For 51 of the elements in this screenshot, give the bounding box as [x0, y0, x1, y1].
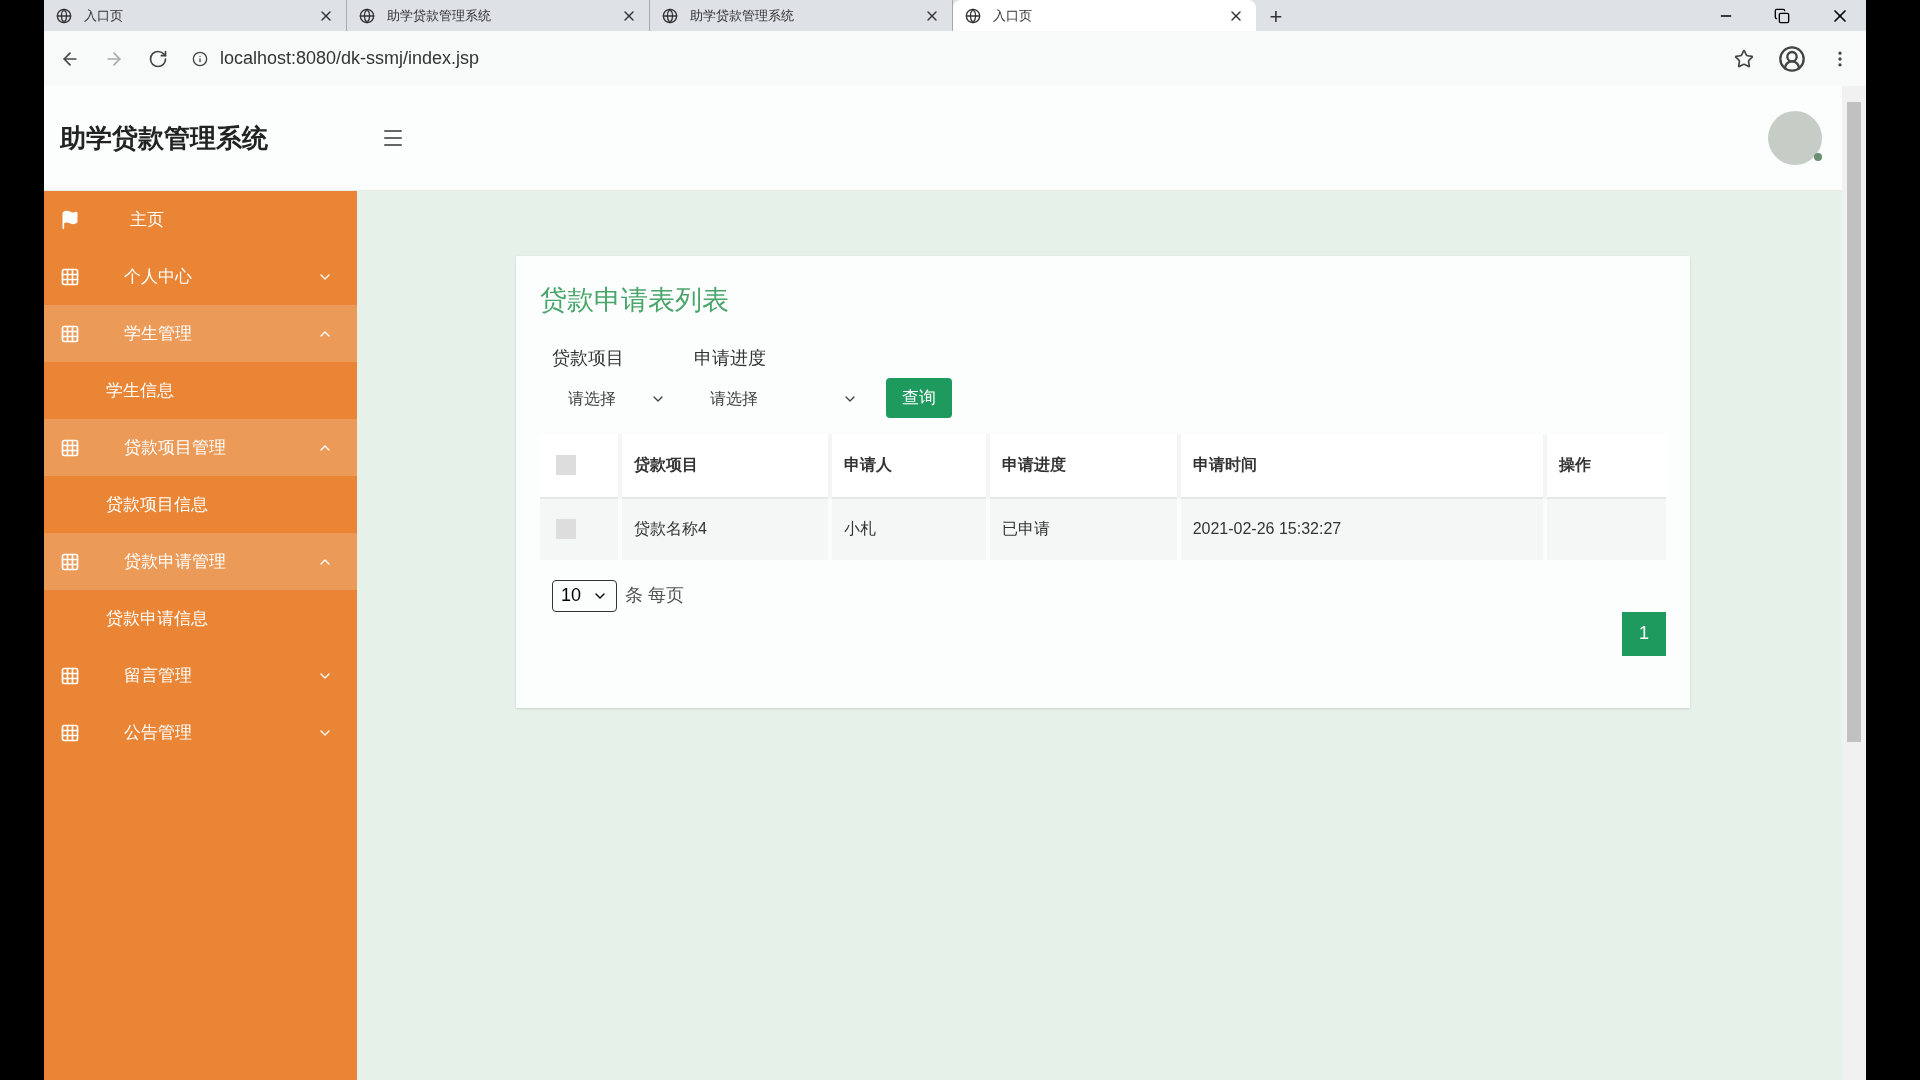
filter-select[interactable]: 请选择: [552, 379, 682, 418]
query-button[interactable]: 查询: [886, 377, 952, 418]
grid-icon: [60, 437, 80, 458]
table-cell: 已申请: [1001, 520, 1050, 537]
profile-icon[interactable]: [1778, 44, 1806, 73]
page-size-label: 条 每页: [625, 584, 684, 607]
table-cell: 贷款名称4: [634, 520, 707, 537]
sidebar-subitem[interactable]: 学生信息: [44, 362, 357, 419]
page-size-select[interactable]: 10: [552, 579, 617, 612]
column-header: 申请人: [829, 433, 988, 498]
globe-icon: [965, 7, 981, 24]
new-tab-button[interactable]: +: [1256, 0, 1296, 31]
grid-icon: [60, 551, 80, 572]
page-button[interactable]: 1: [1622, 611, 1666, 656]
info-icon: [192, 50, 208, 67]
grid-icon: [60, 266, 80, 287]
browser-tab[interactable]: 入口页: [953, 0, 1256, 31]
star-icon[interactable]: [1734, 48, 1754, 69]
sidebar-item[interactable]: 学生管理: [44, 305, 357, 362]
sidebar-item[interactable]: 公告管理: [44, 704, 357, 761]
column-header: 申请进度: [987, 433, 1179, 498]
flag-icon: [60, 209, 80, 230]
reload-icon[interactable]: [148, 48, 168, 69]
column-header: 贷款项目: [620, 433, 830, 498]
globe-icon: [359, 7, 375, 24]
filter-label: 申请进度: [694, 346, 767, 370]
sidebar-item[interactable]: 主页: [44, 191, 357, 248]
app-title: 助学贷款管理系统: [59, 121, 269, 155]
sidebar-item[interactable]: 贷款申请管理: [44, 533, 357, 590]
filter-label: 贷款项目: [552, 346, 625, 370]
grid-icon: [60, 665, 80, 686]
sidebar-item[interactable]: 个人中心: [44, 248, 357, 305]
filter-select[interactable]: 请选择: [694, 379, 874, 418]
table-cell: 2021-02-26 15:32:27: [1192, 520, 1342, 537]
column-header: 申请时间: [1178, 433, 1546, 498]
sidebar-item[interactable]: 贷款项目管理: [44, 419, 357, 476]
column-header: 操作: [1545, 433, 1666, 498]
sidebar-subitem[interactable]: 贷款项目信息: [44, 476, 357, 533]
sidebar-subitem[interactable]: 贷款申请信息: [44, 590, 357, 647]
scrollbar[interactable]: [1842, 86, 1866, 1080]
globe-icon: [56, 7, 72, 24]
grid-icon: [60, 722, 80, 743]
grid-icon: [60, 323, 80, 344]
sidebar-item[interactable]: 留言管理: [44, 647, 357, 704]
restore-icon[interactable]: [1774, 7, 1790, 24]
checkbox[interactable]: [556, 455, 576, 475]
address-field[interactable]: localhost:8080/dk-ssmj/index.jsp: [220, 45, 480, 72]
table-cell: 小札: [843, 520, 876, 537]
checkbox[interactable]: [556, 519, 576, 539]
globe-icon: [662, 7, 678, 24]
card-title: 贷款申请表列表: [540, 284, 730, 317]
